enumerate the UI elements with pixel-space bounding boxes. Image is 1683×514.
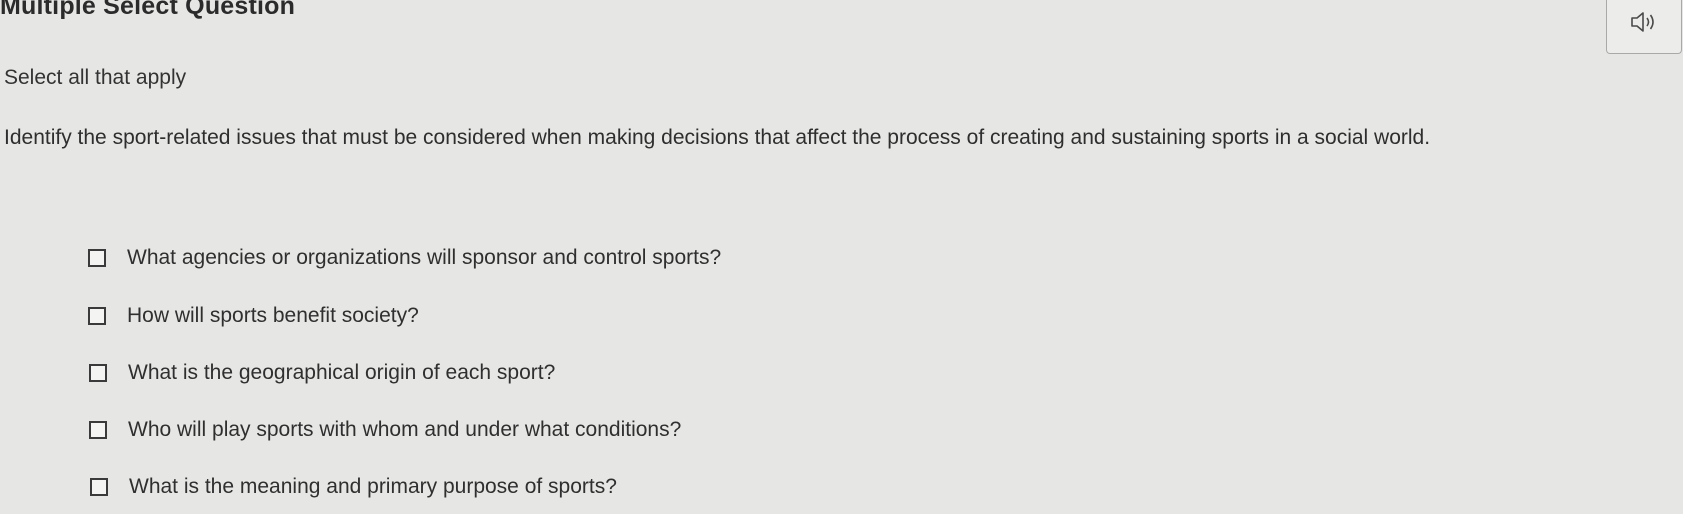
answer-option[interactable]: What agencies or organizations will spon…: [88, 246, 721, 270]
answer-option[interactable]: What is the geographical origin of each …: [89, 361, 555, 385]
answer-option[interactable]: What is the meaning and primary purpose …: [90, 475, 617, 499]
read-aloud-button[interactable]: [1606, 0, 1682, 54]
page-title: Multiple Select Question: [0, 0, 296, 20]
instruction-text: Select all that apply: [4, 66, 187, 89]
question-prompt: Identify the sport-related issues that m…: [4, 126, 1431, 149]
checkbox[interactable]: [88, 307, 106, 325]
answer-option[interactable]: Who will play sports with whom and under…: [89, 418, 681, 442]
speaker-icon: [1629, 10, 1659, 39]
option-label: What is the geographical origin of each …: [128, 361, 556, 384]
checkbox[interactable]: [89, 364, 107, 382]
option-label: What is the meaning and primary purpose …: [129, 475, 617, 498]
option-label: Who will play sports with whom and under…: [128, 418, 682, 441]
checkbox[interactable]: [90, 478, 108, 496]
answer-option[interactable]: How will sports benefit society?: [88, 304, 419, 328]
checkbox[interactable]: [89, 421, 107, 439]
option-label: How will sports benefit society?: [127, 304, 419, 327]
option-label: What agencies or organizations will spon…: [127, 246, 722, 269]
checkbox[interactable]: [88, 249, 106, 267]
